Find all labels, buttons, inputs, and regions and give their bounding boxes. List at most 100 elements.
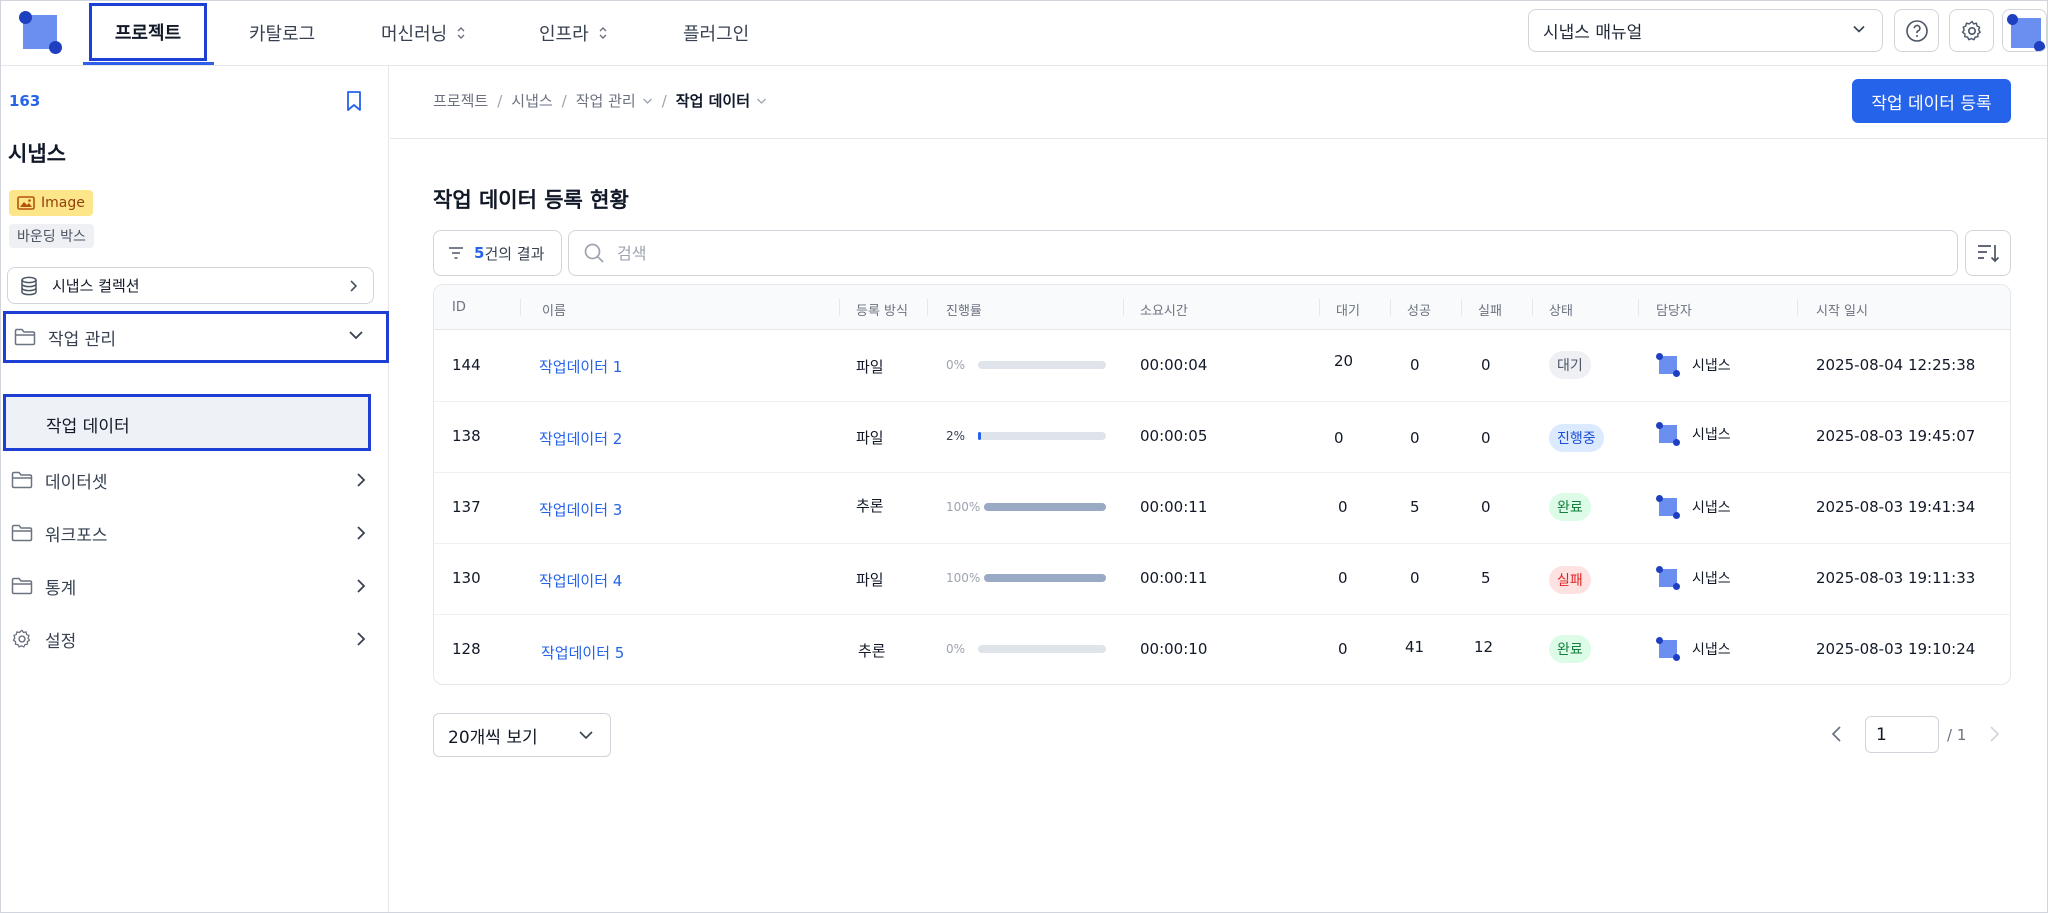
folder-icon	[14, 328, 36, 346]
sidebar-item-workforce[interactable]: 워크포스	[3, 507, 389, 559]
cell-waiting: 0	[1338, 498, 1348, 516]
nav-tab-infra[interactable]: 인프라	[539, 1, 609, 65]
column-header-assignee[interactable]: 담당자	[1656, 300, 1692, 319]
column-header-started[interactable]: 시작 일시	[1816, 300, 1868, 319]
chevron-right-icon	[350, 280, 358, 292]
cell-started: 2025-08-04 12:25:38	[1816, 356, 1976, 374]
table-row[interactable]: 137 작업데이터 3 추론 100% 00:00:11 0 5 0 완료 시냅…	[434, 473, 2010, 544]
cell-failed: 0	[1481, 356, 1491, 374]
status-badge: 진행중	[1549, 424, 1604, 452]
avatar	[1656, 353, 1680, 377]
folder-icon	[11, 524, 33, 542]
cell-id: 130	[452, 569, 481, 587]
cell-name-link[interactable]: 작업데이터 1	[539, 356, 622, 377]
register-work-data-button[interactable]: 작업 데이터 등록	[1852, 79, 2011, 123]
cell-progress-percent: 0%	[946, 358, 966, 372]
breadcrumb-item[interactable]: 시냅스	[511, 90, 552, 111]
updown-chevron-icon	[457, 27, 465, 39]
cell-assignee: 시냅스	[1656, 353, 1731, 377]
breadcrumb-item[interactable]: 작업 관리	[576, 90, 636, 111]
cell-progress-percent: 2%	[946, 429, 966, 443]
filter-icon	[449, 247, 463, 259]
sidebar-subitem-work-data[interactable]: 작업 데이터	[3, 394, 371, 451]
breadcrumb-separator: /	[497, 91, 503, 110]
help-button[interactable]	[1894, 9, 1939, 52]
cell-waiting: 20	[1334, 352, 1354, 370]
page-size-select[interactable]: 20개씩 보기	[433, 713, 611, 757]
table-row[interactable]: 130 작업데이터 4 파일 100% 00:00:11 0 0 5 실패 시냅…	[434, 544, 2010, 615]
cell-waiting: 0	[1338, 640, 1348, 658]
data-type-label: Image	[41, 195, 85, 211]
sidebar-item-settings[interactable]: 설정	[3, 613, 389, 665]
cell-name-link[interactable]: 작업데이터 5	[541, 642, 624, 663]
cell-name-link[interactable]: 작업데이터 3	[539, 499, 622, 520]
chevron-down-icon[interactable]	[642, 96, 653, 106]
column-header-name[interactable]: 이름	[542, 300, 566, 319]
sidebar-item-label: 워크포스	[45, 525, 108, 546]
column-divider	[1797, 299, 1798, 316]
search-box[interactable]	[568, 230, 1958, 276]
assignee-name: 시냅스	[1692, 427, 1731, 443]
nav-tab-plugins[interactable]: 플러그인	[683, 1, 749, 65]
filter-button[interactable]: 5 건의 결과	[433, 230, 562, 276]
column-header-status[interactable]: 상태	[1549, 300, 1573, 319]
cell-success: 0	[1410, 429, 1420, 447]
work-data-table: ID 이름 등록 방식 진행률 소요시간 대기 성공 실패 상태 담당자 시작 …	[433, 284, 2011, 685]
cell-failed: 0	[1481, 429, 1491, 447]
cell-id: 138	[452, 427, 481, 445]
column-divider	[1532, 299, 1533, 316]
column-divider	[1319, 299, 1320, 316]
status-badge: 실패	[1549, 566, 1591, 594]
collection-link[interactable]: 시냅스 컬렉션	[7, 267, 374, 304]
chevron-right-icon	[357, 579, 366, 593]
nav-tab-projects[interactable]: 프로젝트	[89, 3, 207, 61]
chevron-left-icon[interactable]	[1830, 725, 1844, 743]
table-row[interactable]: 138 작업데이터 2 파일 2% 00:00:05 0 0 0 진행중 시냅스…	[434, 402, 2010, 473]
column-header-method[interactable]: 등록 방식	[856, 300, 908, 319]
settings-button[interactable]	[1949, 9, 1994, 52]
breadcrumb-separator: /	[561, 91, 567, 110]
app-logo[interactable]	[19, 11, 62, 54]
sidebar-item-label: 데이터셋	[45, 472, 108, 493]
bookmark-icon[interactable]	[344, 90, 364, 112]
sidebar-item-work-management[interactable]: 작업 관리	[3, 311, 389, 363]
status-badge: 완료	[1549, 635, 1591, 663]
table-row[interactable]: 144 작업데이터 1 파일 0% 00:00:04 20 0 0 대기 시냅스…	[434, 331, 2010, 402]
column-header-success[interactable]: 성공	[1407, 300, 1431, 319]
nav-tab-machine-learning[interactable]: 머신러닝	[381, 1, 467, 65]
cell-name-link[interactable]: 작업데이터 4	[539, 570, 622, 591]
breadcrumb-item[interactable]: 프로젝트	[433, 90, 488, 111]
cell-failed: 0	[1481, 498, 1491, 516]
manual-select[interactable]: 시냅스 매뉴얼	[1528, 9, 1883, 52]
column-header-elapsed[interactable]: 소요시간	[1140, 300, 1188, 319]
data-type-badge: Image	[9, 190, 93, 216]
avatar	[1656, 637, 1680, 661]
column-header-waiting[interactable]: 대기	[1336, 300, 1360, 319]
column-header-progress[interactable]: 진행률	[946, 300, 982, 319]
chevron-right-icon	[357, 526, 366, 540]
cell-success: 0	[1410, 356, 1420, 374]
user-avatar[interactable]	[2002, 9, 2047, 52]
sidebar-item-dataset[interactable]: 데이터셋	[3, 454, 389, 506]
cell-success: 0	[1410, 569, 1420, 587]
sort-button[interactable]	[1965, 230, 2011, 276]
chevron-right-icon[interactable]	[1987, 725, 2001, 743]
column-header-failed[interactable]: 실패	[1478, 300, 1502, 319]
column-divider	[520, 299, 521, 316]
column-header-id[interactable]: ID	[452, 300, 466, 315]
cell-assignee: 시냅스	[1656, 637, 1731, 661]
cell-started: 2025-08-03 19:11:33	[1816, 569, 1976, 587]
sidebar-item-stats[interactable]: 통계	[3, 560, 389, 612]
nav-tab-catalog[interactable]: 카탈로그	[249, 1, 315, 65]
sort-icon	[1978, 245, 2000, 263]
page-number-input[interactable]: 1	[1865, 716, 1939, 753]
cell-name-link[interactable]: 작업데이터 2	[539, 428, 622, 449]
assignee-name: 시냅스	[1692, 358, 1731, 374]
table-row[interactable]: 128 작업데이터 5 추론 0% 00:00:10 0 41 12 완료 시냅…	[434, 615, 2010, 684]
chevron-down-icon[interactable]	[756, 96, 767, 106]
cell-id: 128	[452, 640, 481, 658]
search-input[interactable]	[617, 243, 1817, 263]
progress-bar	[984, 503, 1106, 511]
column-divider	[839, 299, 840, 316]
chevron-right-icon	[357, 473, 366, 487]
